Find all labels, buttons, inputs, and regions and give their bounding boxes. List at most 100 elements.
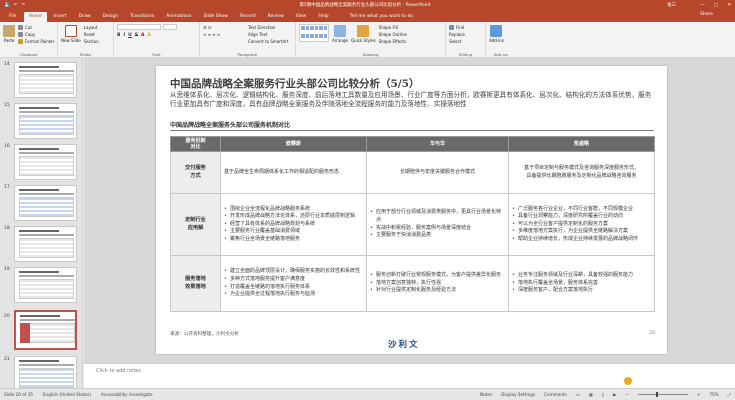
thumbnail-number: 18	[4, 226, 10, 231]
list-item: 业务专注服务领域及行业深耕，具备较强的服务能力	[512, 272, 651, 280]
slide[interactable]: 中国品牌战略全案服务行业头部公司比较分析（5/5） 从思维体系化、层次化、逻辑结…	[156, 66, 667, 354]
undo-icon[interactable]: ↶	[14, 3, 18, 8]
comparison-table[interactable]: 服务机制 对比 欧赛斯 华与华 凯盛略 交付服务 方式 基于品牌全生命周期体系化…	[170, 136, 655, 312]
fit-slide-icon[interactable]: ⤢	[728, 392, 731, 397]
editing-group: Find Replace Select Editing	[446, 22, 486, 58]
list-item: 具备行业洞察能力，深度研究所覆盖行业的动向	[512, 213, 651, 221]
slide-thumbnail[interactable]	[14, 103, 77, 139]
italic-button[interactable]: I	[123, 33, 125, 38]
table-header: 服务机制 对比	[170, 136, 221, 152]
find-button[interactable]: Find	[449, 25, 465, 30]
format-painter-button[interactable]: Format Painter	[18, 39, 54, 44]
language-indicator[interactable]: English (United States)	[43, 392, 91, 397]
slideshow-icon[interactable]: ▶	[613, 392, 616, 397]
slide-sorter-icon[interactable]: ▦	[589, 392, 593, 397]
display-settings-button[interactable]: Display Settings	[501, 392, 535, 397]
convert-smartart-button[interactable]: Convert to SmartArt	[248, 39, 288, 44]
zoom-slider[interactable]	[637, 392, 688, 397]
copy-label: Copy	[25, 32, 36, 37]
source-note[interactable]: 来源：公开资料整理，沙利文分析	[170, 331, 239, 337]
notes-toggle[interactable]: Notes	[480, 392, 492, 397]
tab-record[interactable]: Record	[235, 12, 261, 22]
table-row: 定制行业 应用解 围绕企业全流程化品牌战略服务系统 开发形成品牌战略方法论体系，…	[170, 193, 655, 256]
status-bar: Slide 20 of 35 English (United States) A…	[0, 388, 735, 400]
table-caption[interactable]: 中国品牌战略全案服务头部公司服务机制对比	[170, 120, 290, 129]
font-color-icon[interactable]: A	[141, 33, 144, 38]
zoom-in-icon[interactable]: +	[697, 392, 701, 397]
slide-description[interactable]: 从思维体系化、层次化、逻辑结构化、服务深度、前后落地工具数量及应用场景、行业广度…	[170, 91, 656, 109]
slide-thumbnail[interactable]	[14, 267, 77, 303]
replace-button[interactable]: Replace	[449, 32, 465, 37]
zoom-slider-thumb[interactable]	[655, 392, 658, 397]
row-label: 交付服务 方式	[170, 151, 221, 194]
table-cell: 建立全面的品牌顶层设计，确保服务实施的长效性和系统性 多种方式落地服务提升客户满…	[220, 255, 367, 312]
comments-button[interactable]: Comments	[544, 392, 567, 397]
tab-help[interactable]: Help	[313, 12, 333, 22]
tell-me-search[interactable]: Tell me what you want to do	[342, 12, 422, 22]
slide-editing-canvas[interactable]: 中国品牌战略全案服务行业头部公司比较分析（5/5） 从思维体系化、层次化、逻辑结…	[84, 58, 735, 363]
list-item: 围绕企业全流程化品牌战略服务系统	[224, 206, 363, 214]
maximize-icon[interactable]: ▢	[714, 3, 718, 8]
select-button[interactable]: Select	[449, 39, 465, 44]
slide-thumbnail[interactable]	[14, 226, 77, 262]
tab-review[interactable]: Review	[263, 12, 289, 22]
slide-thumbnail[interactable]	[14, 62, 77, 98]
slide-thumbnail[interactable]	[14, 144, 77, 180]
minimize-icon[interactable]: —	[700, 3, 705, 8]
slide-thumbnail-pane[interactable]: 14 15 16 17 18 19 20 21	[0, 58, 83, 388]
bullets-icon[interactable]: ☰ ☷	[203, 25, 245, 30]
tab-animations[interactable]: Animations	[161, 12, 196, 22]
paragraph-group: ☰ ☷ ≡ ≡ ≡ ≡ Text Direction Align Text Co…	[200, 22, 296, 58]
shapes-gallery[interactable]	[299, 24, 329, 42]
slide-thumbnail-selected[interactable]	[14, 310, 77, 350]
align-text-button[interactable]: Align Text	[248, 32, 288, 37]
list-item: 针对行业提供定制化服务及经验方法	[370, 287, 505, 295]
accessibility-status[interactable]: Accessibility: Investigate	[101, 392, 153, 397]
find-label: Find	[456, 25, 465, 30]
tab-home[interactable]: Home	[23, 12, 47, 22]
cut-button[interactable]: Cut	[18, 25, 54, 30]
font-size-dropdown[interactable]	[163, 24, 177, 30]
tab-transitions[interactable]: Transitions	[125, 12, 159, 22]
table-header-row: 服务机制 对比 欧赛斯 华与华 凯盛略	[170, 136, 655, 152]
close-icon[interactable]: ✕	[727, 3, 731, 8]
underline-button[interactable]: U	[128, 33, 132, 38]
notes-placeholder[interactable]: Click to add notes	[96, 368, 141, 374]
shape-effects-button[interactable]: Shape Effects	[379, 39, 407, 44]
reading-view-icon[interactable]: ▯	[602, 392, 604, 397]
tab-insert[interactable]: Insert	[49, 12, 72, 22]
normal-view-icon[interactable]: ▭	[576, 392, 580, 397]
list-item: 服务创新打破行业常规服务模式，为客户提供差异化服务	[370, 272, 505, 280]
reset-button[interactable]: Reset	[84, 32, 99, 37]
font-name-dropdown[interactable]	[117, 24, 161, 30]
quick-styles-icon	[357, 25, 370, 37]
zoom-out-icon[interactable]: −	[625, 392, 629, 397]
section-button[interactable]: Section	[84, 39, 99, 44]
tab-slide-show[interactable]: Slide Show	[198, 12, 233, 22]
align-icons[interactable]: ≡ ≡ ≡ ≡	[203, 32, 245, 37]
save-icon[interactable]: 💾	[4, 3, 10, 8]
copy-button[interactable]: Copy	[18, 32, 54, 37]
slide-counter: Slide 20 of 35	[4, 392, 33, 397]
strikethrough-button[interactable]: S	[135, 33, 138, 38]
slide-thumbnail[interactable]	[14, 356, 77, 388]
zoom-level[interactable]: 75%	[709, 392, 718, 397]
share-button[interactable]: Share	[700, 12, 713, 17]
table-cell: 广泛服务各行业企业，不同行业客群，不同规模企业 具备行业洞察能力，深度研究所覆盖…	[508, 193, 655, 256]
slide-title[interactable]: 中国品牌战略全案服务行业头部公司比较分析（5/5）	[170, 76, 419, 91]
bold-button[interactable]: B	[117, 33, 120, 38]
window-controls: — ▢ ✕	[686, 3, 731, 8]
shape-fill-button[interactable]: Shape Fill	[379, 25, 407, 30]
tab-file[interactable]: File	[4, 12, 22, 22]
layout-button[interactable]: Layout	[84, 25, 99, 30]
tab-view[interactable]: View	[291, 12, 312, 22]
redo-icon[interactable]: ↷	[21, 3, 25, 8]
highlight-icon[interactable]: A	[148, 33, 151, 38]
shape-outline-button[interactable]: Shape Outline	[379, 32, 407, 37]
tab-draw[interactable]: Draw	[74, 12, 96, 22]
slide-thumbnail[interactable]	[14, 185, 77, 221]
user-name[interactable]: 张三	[606, 2, 676, 8]
text-direction-button[interactable]: Text Direction	[248, 25, 288, 30]
scissors-icon	[18, 25, 23, 30]
tab-design[interactable]: Design	[98, 12, 124, 22]
